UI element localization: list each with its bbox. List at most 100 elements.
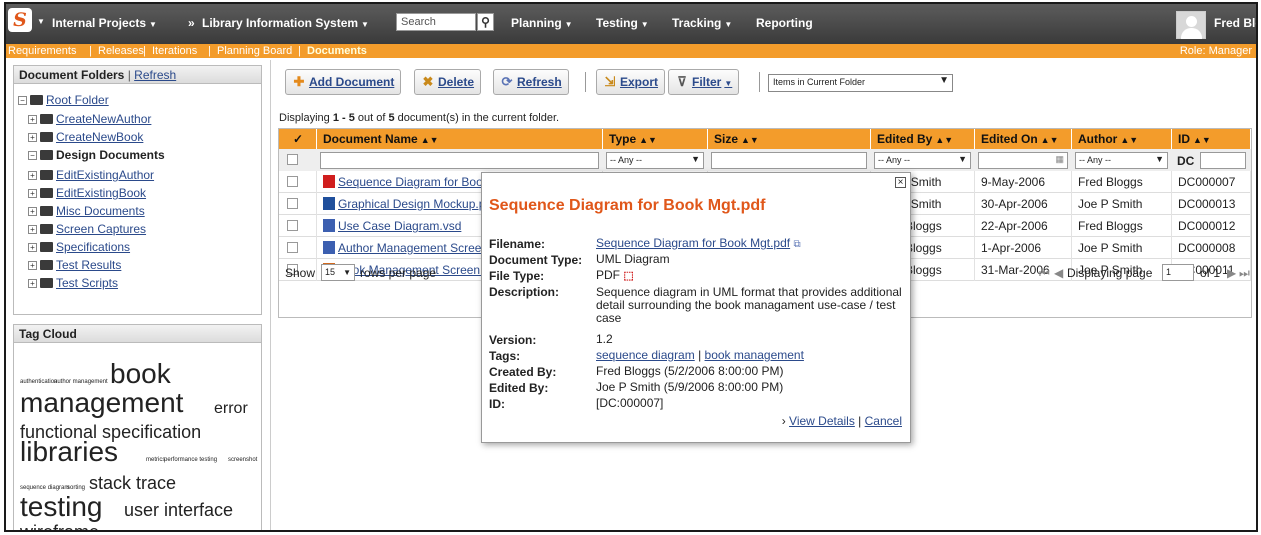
sort-icon[interactable]: ▲▼ (1193, 135, 1211, 145)
tree-node-label[interactable]: Specifications (56, 240, 130, 254)
expand-icon[interactable]: + (28, 189, 37, 199)
column-header[interactable]: ID ▲▼ (1172, 129, 1251, 149)
sort-icon[interactable]: ▲▼ (1120, 135, 1138, 145)
logo-dropdown-icon[interactable]: ▼ (37, 17, 45, 26)
page-size-select[interactable]: 15 ▼ (321, 264, 355, 281)
sort-icon[interactable]: ▲▼ (639, 135, 657, 145)
refresh-button[interactable]: ⟳ Refresh (493, 69, 569, 95)
tag-cloud-item[interactable]: management (20, 389, 183, 417)
row-checkbox[interactable] (287, 220, 298, 231)
menu-planning[interactable]: Planning ▼ (511, 16, 573, 30)
page-number-input[interactable]: 1 (1162, 264, 1194, 281)
filter-select[interactable]: -- Any -- ▼ (1075, 152, 1168, 169)
row-checkbox[interactable] (287, 198, 298, 209)
user-menu[interactable]: Fred Bloggs▼ (1214, 16, 1256, 30)
tree-node-design-documents[interactable]: − Design Documents (28, 147, 165, 163)
expand-icon[interactable]: + (28, 171, 37, 181)
menu-tracking[interactable]: Tracking ▼ (672, 16, 732, 30)
tag-cloud-item[interactable]: authentication (20, 379, 57, 385)
expand-icon[interactable]: + (28, 115, 37, 125)
expand-icon[interactable]: + (28, 225, 37, 235)
next-page-icon[interactable]: ▶ (1227, 261, 1236, 285)
tree-node-label[interactable]: CreateNewAuthor (56, 112, 151, 126)
tree-node-editexistingbook[interactable]: + EditExistingBook (28, 185, 146, 201)
tag-cloud-item[interactable]: book (110, 360, 171, 388)
tree-node-editexistingauthor[interactable]: + EditExistingAuthor (28, 167, 154, 183)
collapse-icon[interactable]: − (18, 96, 27, 106)
document-name-link[interactable]: Graphical Design Mockup.psd (338, 197, 498, 211)
id-filter-input[interactable]: DC (1177, 152, 1246, 169)
tree-node-label[interactable]: Design Documents (56, 148, 165, 162)
expand-icon[interactable]: + (28, 279, 37, 289)
spirateam-logo-icon[interactable]: S (8, 8, 32, 32)
cancel-link[interactable]: Cancel (865, 414, 902, 428)
calendar-icon[interactable]: ▦ (1055, 154, 1064, 165)
delete-button[interactable]: ✖ Delete (414, 69, 482, 95)
tag-cloud-item[interactable]: error (214, 401, 248, 417)
column-header[interactable]: Document Name ▲▼ (317, 129, 603, 149)
tag-cloud-item[interactable]: metrics (146, 457, 165, 463)
first-page-icon[interactable]: ⏮ (1039, 261, 1050, 285)
tree-node-label[interactable]: Root Folder (46, 93, 109, 107)
collapse-icon[interactable]: − (28, 151, 37, 161)
tree-node-screen-captures[interactable]: + Screen Captures (28, 221, 146, 237)
tree-node-test-results[interactable]: + Test Results (28, 257, 121, 273)
tag-cloud-item[interactable]: author management (54, 379, 108, 385)
tree-node-label[interactable]: CreateNewBook (56, 130, 143, 144)
sort-icon[interactable]: ▲▼ (741, 135, 759, 145)
tree-node-specifications[interactable]: + Specifications (28, 239, 130, 255)
tag-cloud-item[interactable]: testing (20, 493, 103, 521)
column-header[interactable]: Edited On ▲▼ (975, 129, 1072, 149)
tree-node-label[interactable]: EditExistingBook (56, 186, 146, 200)
subnav-iterations[interactable]: Iterations (152, 44, 197, 58)
avatar[interactable] (1176, 11, 1206, 39)
tree-node-test-scripts[interactable]: + Test Scripts (28, 275, 118, 291)
date-filter-input[interactable]: ▦ (978, 152, 1068, 169)
tag-cloud-item[interactable]: performance testing (164, 457, 217, 463)
tag-cloud-item[interactable]: user interface (124, 501, 233, 519)
tree-node-misc-documents[interactable]: + Misc Documents (28, 203, 145, 219)
add-document-button[interactable]: ✚ Add Document (285, 69, 402, 95)
subnav-releases[interactable]: Releases (98, 44, 144, 58)
text-filter-input[interactable] (711, 152, 867, 169)
row-checkbox[interactable] (287, 242, 298, 253)
tree-node-label[interactable]: Screen Captures (56, 222, 146, 236)
tag-cloud-item[interactable]: screenshot (228, 457, 257, 463)
menu-reporting[interactable]: Reporting (756, 16, 813, 30)
tree-node-createnewauthor[interactable]: + CreateNewAuthor (28, 111, 151, 127)
tree-node-label[interactable]: EditExistingAuthor (56, 168, 154, 182)
column-header[interactable]: Type ▲▼ (603, 129, 708, 149)
tag-cloud-item[interactable]: stack trace (89, 474, 176, 492)
filter-select[interactable]: -- Any -- ▼ (874, 152, 971, 169)
refresh-folders-link[interactable]: Refresh (134, 68, 176, 82)
expand-icon[interactable]: + (28, 133, 37, 143)
document-name-link[interactable]: Use Case Diagram.vsd (338, 219, 461, 233)
filter-button[interactable]: ⊽ Filter ▼ (668, 69, 740, 95)
row-checkbox[interactable] (287, 176, 298, 187)
subnav-planning-board[interactable]: Planning Board (217, 44, 292, 58)
product-menu[interactable]: Internal Projects ▼ (52, 16, 157, 30)
external-link-icon[interactable]: ⧉ (793, 239, 800, 250)
menu-testing[interactable]: Testing ▼ (596, 16, 649, 30)
close-icon[interactable]: × (895, 177, 906, 188)
last-page-icon[interactable]: ⏭ (1239, 261, 1250, 285)
subnav-requirements[interactable]: Requirements (8, 44, 76, 58)
tree-node-label[interactable]: Test Scripts (56, 276, 118, 290)
search-input[interactable]: Search (396, 13, 476, 31)
sort-icon[interactable]: ▲▼ (935, 135, 953, 145)
sort-icon[interactable]: ▲▼ (421, 135, 439, 145)
expand-icon[interactable]: + (28, 207, 37, 217)
search-button[interactable]: ⚲ (477, 13, 494, 31)
text-filter-input[interactable] (320, 152, 599, 169)
previous-page-icon[interactable]: ◀ (1054, 261, 1063, 285)
column-header[interactable]: Edited By ▲▼ (871, 129, 975, 149)
filename-link[interactable]: Sequence Diagram for Book Mgt.pdf (596, 236, 790, 250)
export-button[interactable]: ⇲ Export (596, 69, 666, 95)
view-details-link[interactable]: View Details (789, 414, 855, 428)
view-scope-select[interactable]: Items in Current Folder ▼ (768, 74, 953, 92)
tag-cloud-item[interactable]: wireframe (20, 523, 99, 530)
column-header[interactable]: Author ▲▼ (1072, 129, 1172, 149)
project-menu[interactable]: Library Information System ▼ (202, 16, 369, 30)
tree-node-createnewbook[interactable]: + CreateNewBook (28, 129, 143, 145)
filter-select[interactable]: -- Any -- ▼ (606, 152, 704, 169)
